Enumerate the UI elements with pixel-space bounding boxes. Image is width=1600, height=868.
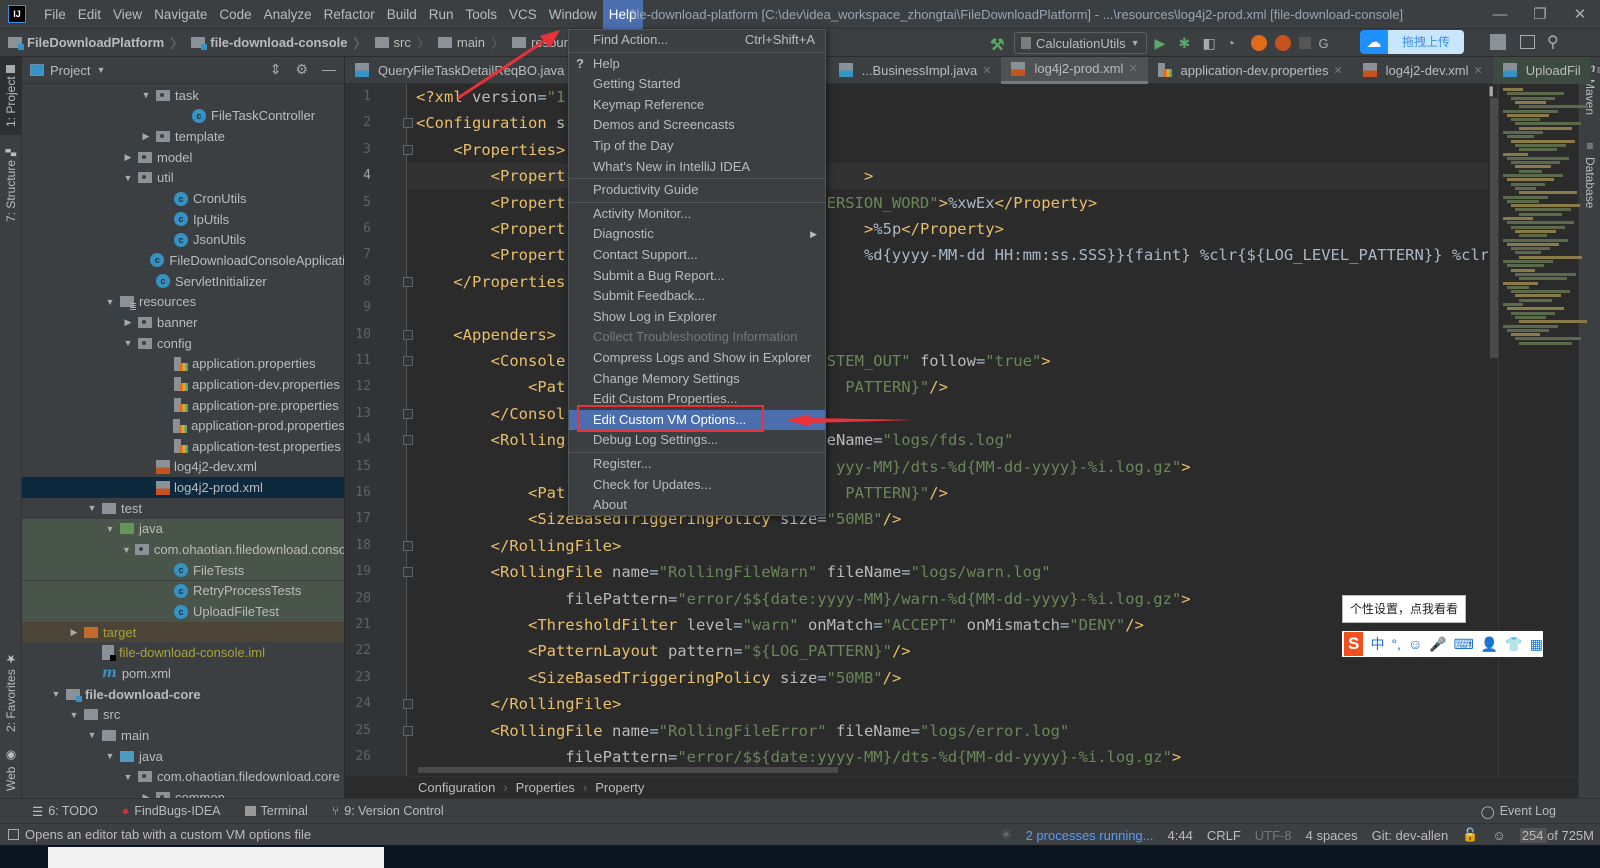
annotation-arrows <box>457 30 916 427</box>
annotation-arrow <box>786 414 916 427</box>
ime-keyboard-icon[interactable]: ⌨ <box>1454 636 1474 653</box>
sogou-logo-icon[interactable]: S <box>1344 632 1364 656</box>
ime-chinese-mode-icon[interactable]: 中 <box>1370 634 1384 654</box>
ime-emoji-icon[interactable]: ☺ <box>1408 636 1422 652</box>
ime-toolbox-icon[interactable]: ▦ <box>1530 636 1543 653</box>
ime-user-icon[interactable]: 👤 <box>1481 636 1498 653</box>
ime-punctuation-icon[interactable]: °, <box>1391 636 1401 652</box>
ime-voice-icon[interactable]: 🎤 <box>1429 636 1446 653</box>
ime-toolbar: S 中 °, ☺ 🎤 ⌨ 👤 👕 ▦ <box>1342 631 1543 657</box>
annotation-arrowhead <box>540 30 560 48</box>
ime-tooltip: 个性设置，点我看看 <box>1342 595 1466 623</box>
ime-skin-icon[interactable]: 👕 <box>1505 636 1522 653</box>
annotation-arrow-line <box>457 34 553 100</box>
